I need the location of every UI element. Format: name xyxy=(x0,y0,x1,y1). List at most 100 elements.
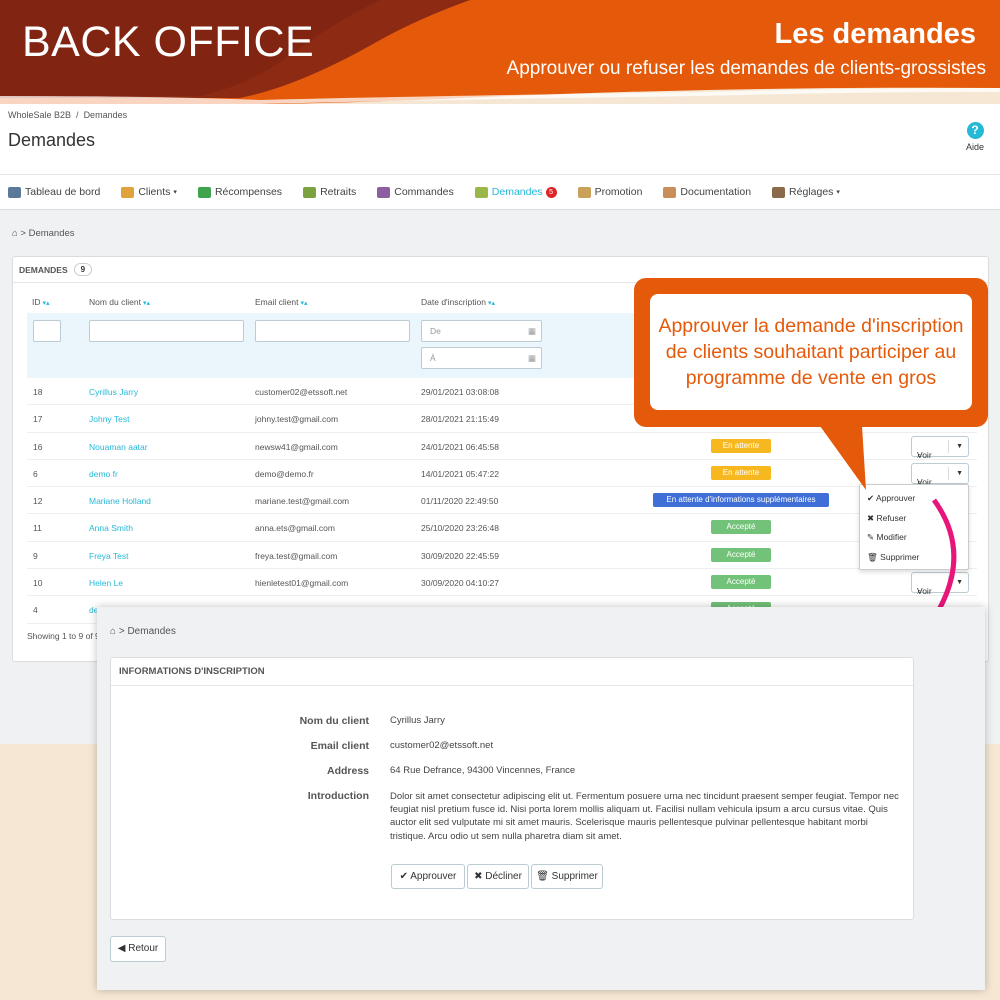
caret-down-icon[interactable]: ▼ xyxy=(956,464,963,483)
view-button[interactable]: ⌕ Voir ▼ xyxy=(911,572,969,596)
nav-item-6[interactable]: Promotion xyxy=(577,186,643,198)
nav-item-5[interactable]: Demandes 5 xyxy=(474,186,557,198)
nav-item-1[interactable]: Clients ▾ xyxy=(121,186,177,198)
calendar-icon: ▦ xyxy=(527,326,536,336)
cell-id: 16 xyxy=(33,441,43,452)
nav-item-3[interactable]: Retraits xyxy=(303,186,356,198)
col-header-date[interactable]: Date d'inscription ▾▴ xyxy=(421,297,495,307)
status-badge: En attente xyxy=(711,438,771,453)
help-label: Aide xyxy=(965,142,984,152)
sort-icon[interactable]: ▾▴ xyxy=(488,300,495,307)
nav-item-7[interactable]: Documentation xyxy=(663,186,751,198)
value-introduction: Dolor sit amet consectetur adipiscing el… xyxy=(390,791,899,842)
nav-item-2[interactable]: Récompenses xyxy=(197,186,282,198)
col-header-id[interactable]: ID ▾▴ xyxy=(32,297,50,307)
cell-email: johny.test@gmail.com xyxy=(255,414,339,425)
table-row[interactable]: 9 Freya Test freya.test@gmail.com 30/09/202… xyxy=(27,542,977,570)
view-button[interactable]: ⌕ Voir ▼ xyxy=(911,435,969,460)
panel-title: DEMANDES xyxy=(19,264,68,275)
label-customer-name: Nom du client xyxy=(299,715,369,727)
row-action-menu: ✔ Approuver ✖ Refuser ✎ Modifier 🗑 Suppr… xyxy=(859,484,969,570)
breadcrumb-root[interactable]: WholeSale B2B xyxy=(8,110,71,120)
menu-delete-label: Supprimer xyxy=(880,552,920,562)
caret-down-icon[interactable]: ▼ xyxy=(956,437,963,456)
cell-date: 29/01/2021 03:08:08 xyxy=(421,387,499,397)
breadcrumb-separator: > xyxy=(118,626,125,637)
cell-email: hienletest01@gmail.com xyxy=(255,578,349,589)
back-button[interactable]: ◀ Retour xyxy=(110,936,166,962)
cell-name[interactable]: Anna Smith xyxy=(89,523,133,533)
cell-name[interactable]: Johny Test xyxy=(89,414,129,424)
approve-button[interactable]: ✔ Approuver xyxy=(391,864,465,889)
menu-edit[interactable]: ✎ Modifier xyxy=(867,532,907,543)
sort-icon[interactable]: ▾▴ xyxy=(143,300,150,307)
nav-item-0[interactable]: Tableau de bord xyxy=(8,186,100,198)
table-row[interactable]: 6 demo fr demo@demo.fr 14/01/2021 05:47:22 E… xyxy=(27,460,977,488)
home-icon[interactable]: ⌂ xyxy=(110,626,116,637)
cell-name[interactable]: Helen Le xyxy=(89,578,123,588)
filter-date-from[interactable]: De ▦ xyxy=(421,320,542,342)
col-header-name[interactable]: Nom du client ▾▴ xyxy=(89,297,150,307)
status-badge: En attente d'informations supplémentaire… xyxy=(653,493,829,508)
label-introduction: Introduction xyxy=(307,790,369,802)
page-title: Demandes xyxy=(8,130,96,150)
pagination-summary: Showing 1 to 9 of 9 xyxy=(27,631,100,641)
pencil-icon: ✎ xyxy=(867,532,875,542)
reward-icon xyxy=(197,186,211,198)
filter-name-input[interactable] xyxy=(89,320,244,342)
cell-id: 6 xyxy=(33,468,38,479)
menu-delete[interactable]: 🗑 Supprimer xyxy=(867,552,919,563)
menu-approve[interactable]: ✔ Approuver xyxy=(867,493,915,504)
decline-button[interactable]: ✖ Décliner xyxy=(467,864,529,889)
table-row[interactable]: 11 Anna Smith anna.ets@gmail.com 25/10/2020… xyxy=(27,514,977,542)
close-icon: ✖ xyxy=(474,871,483,882)
nav-item-8[interactable]: Réglages ▾ xyxy=(772,186,840,198)
value-customer-email: customer02@etssoft.net xyxy=(390,740,494,751)
delete-button[interactable]: 🗑 Supprimer xyxy=(531,864,603,889)
nav-badge: 5 xyxy=(545,186,557,198)
cell-date: 30/09/2020 22:45:59 xyxy=(421,550,499,561)
nav-label: Promotion xyxy=(594,186,643,198)
col-date-label: Date d'inscription xyxy=(421,297,486,307)
doc-icon xyxy=(663,186,677,198)
banner-title: Les demandes xyxy=(774,18,976,50)
filter-email-input[interactable] xyxy=(255,320,410,342)
table-row[interactable]: 10 Helen Le hienletest01@gmail.com 30/09/20… xyxy=(27,569,977,597)
cell-name[interactable]: Mariane Holland xyxy=(89,496,151,506)
view-button[interactable]: ⌕ Voir ▼ xyxy=(911,462,969,487)
cell-name[interactable]: Nouaman aatar xyxy=(89,442,148,452)
menu-refuse-label: Refuser xyxy=(876,513,907,523)
status-badge: Accepté xyxy=(711,547,771,562)
dashboard-icon xyxy=(8,186,21,198)
nav-label: Clients xyxy=(138,186,171,198)
nav-label: Demandes xyxy=(491,186,543,198)
home-icon[interactable]: ⌂ xyxy=(12,228,18,239)
caret-down-icon[interactable]: ▼ xyxy=(956,573,963,592)
sub-breadcrumb-separator: > xyxy=(20,228,26,239)
nav-label: Commandes xyxy=(394,186,454,198)
breadcrumb-separator: / xyxy=(76,110,79,120)
menu-edit-label: Modifier xyxy=(876,532,907,542)
col-id-label: ID xyxy=(32,297,41,307)
cell-id: 4 xyxy=(33,605,38,616)
cell-name[interactable]: Cyrillus Jarry xyxy=(89,387,138,397)
menu-refuse[interactable]: ✖ Refuser xyxy=(867,513,906,524)
sort-icon[interactable]: ▾▴ xyxy=(43,300,50,307)
sort-icon[interactable]: ▾▴ xyxy=(300,300,307,307)
help-button[interactable]: ? Aide xyxy=(960,122,990,152)
filter-id-input[interactable] xyxy=(33,320,61,342)
back-label: Retour xyxy=(128,943,159,954)
cell-name[interactable]: Freya Test xyxy=(89,551,129,561)
back-arrow-icon: ◀ xyxy=(117,943,126,954)
nav-item-4[interactable]: Commandes xyxy=(377,186,454,198)
nav-label: Retraits xyxy=(320,186,357,198)
filter-date-to[interactable]: À ▦ xyxy=(421,347,542,369)
breadcrumb-current: Demandes xyxy=(83,110,128,120)
table-row[interactable]: 16 Nouaman aatar newsw41@gmail.com 24/01/20… xyxy=(27,433,977,460)
col-header-email[interactable]: Email client ▾▴ xyxy=(255,297,308,307)
menu-approve-label: Approuver xyxy=(876,493,916,503)
nav-label: Documentation xyxy=(680,186,752,198)
value-address: 64 Rue Defrance, 94300 Vincennes, France xyxy=(390,765,576,776)
table-row[interactable]: 12 Mariane Holland mariane.test@gmail.com 0… xyxy=(27,487,977,515)
cell-name[interactable]: demo fr xyxy=(89,469,118,479)
